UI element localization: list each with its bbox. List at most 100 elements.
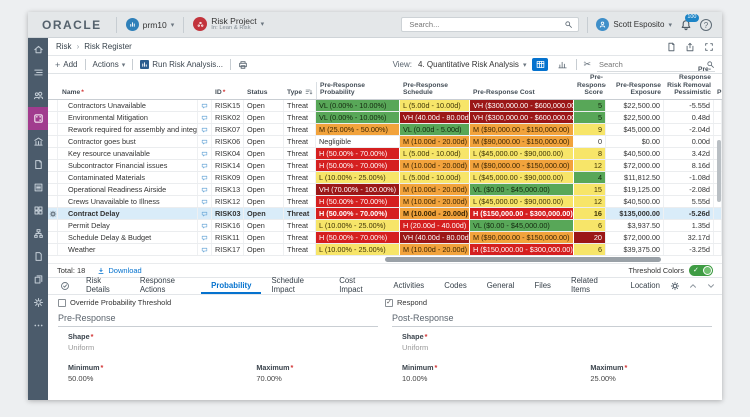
pre-response-probability-cell[interactable]: L (10.00% - 25.00%) — [316, 172, 400, 183]
tab-general[interactable]: General — [477, 278, 525, 294]
chat-icon[interactable] — [198, 136, 212, 147]
user-menu[interactable]: Scott Esposito ▾ — [596, 18, 672, 31]
col-pre-response-score[interactable]: Pre-Response Score — [574, 74, 606, 99]
pre-response-schedule-cell[interactable]: L (5.00d - 10.00d) — [400, 100, 470, 111]
risk-name-cell[interactable]: Environmental Mitigation — [58, 112, 198, 123]
pre-response-exposure-cell[interactable]: $19,125.00 — [606, 184, 664, 195]
risk-status-cell[interactable]: Open — [244, 160, 284, 171]
risk-status-cell[interactable]: Open — [244, 172, 284, 183]
sidebar-item-hierarchy[interactable] — [28, 222, 48, 245]
risk-row-RISK04[interactable]: Key resource unavailableRISK04OpenThreat… — [48, 148, 722, 160]
risk-row-RISK12[interactable]: Crews Unavailable to IllnessRISK12OpenTh… — [48, 196, 722, 208]
pre-response-score-cell[interactable]: 20 — [574, 232, 606, 243]
sidebar-item-team[interactable] — [28, 84, 48, 107]
risk-type-cell[interactable]: Threat — [284, 172, 316, 183]
chat-icon[interactable] — [198, 172, 212, 183]
breadcrumb-risk[interactable]: Risk — [56, 42, 72, 51]
pre-response-probability-cell[interactable]: H (50.00% - 70.00%) — [316, 232, 400, 243]
risk-id-cell[interactable]: RISK06 — [212, 136, 244, 147]
pre-response-probability-cell[interactable]: VL (0.00% - 10.00%) — [316, 112, 400, 123]
chat-icon[interactable] — [198, 208, 212, 219]
risk-name-cell[interactable]: Contract Delay — [58, 208, 198, 219]
risk-status-cell[interactable]: Open — [244, 184, 284, 195]
risk-id-cell[interactable]: RISK02 — [212, 112, 244, 123]
chat-icon[interactable] — [198, 100, 212, 111]
tab-files[interactable]: Files — [524, 278, 560, 294]
pre-response-cost-cell[interactable]: M ($90,000.00 - $150,000.00) — [470, 160, 574, 171]
risk-status-cell[interactable]: Open — [244, 208, 284, 219]
pre-response-schedule-cell[interactable]: M (10.00d - 20.00d) — [400, 244, 470, 255]
horizontal-scrollbar-thumb[interactable] — [385, 257, 661, 262]
pre-response-score-cell[interactable]: 8 — [574, 148, 606, 159]
pre-response-exposure-cell[interactable]: $39,375.00 — [606, 244, 664, 255]
risk-name-cell[interactable]: Crews Unavailable to Illness — [58, 196, 198, 207]
pre-response-probability-cell[interactable]: H (50.00% - 70.00%) — [316, 148, 400, 159]
pre-response-exposure-cell[interactable]: $3,937.50 — [606, 220, 664, 231]
pre-response-schedule-cell[interactable]: M (10.00d - 20.00d) — [400, 160, 470, 171]
risk-type-cell[interactable]: Threat — [284, 220, 316, 231]
pre-response-risk-removal-cell[interactable]: 0.48d — [664, 112, 714, 123]
sidebar-item-activity-lines[interactable] — [28, 61, 48, 84]
risk-name-cell[interactable]: Rework required for assembly and integra… — [58, 124, 198, 135]
tab-risk-details[interactable]: Risk Details — [76, 278, 130, 294]
pre-response-score-cell[interactable]: 4 — [574, 172, 606, 183]
tab-location[interactable]: Location — [621, 278, 670, 294]
chevron-up-icon[interactable] — [688, 281, 698, 291]
download-link[interactable]: Download — [97, 266, 141, 275]
minimum-value[interactable]: 10.00% — [392, 372, 590, 383]
pre-response-cost-cell[interactable]: H ($150,000.00 - $300,000.00) — [470, 208, 574, 219]
pre-response-risk-removal-cell[interactable]: 1.35d — [664, 220, 714, 231]
risk-name-cell[interactable]: Subcontractor Financial issues — [58, 160, 198, 171]
risk-id-cell[interactable]: RISK13 — [212, 184, 244, 195]
pre-response-exposure-cell[interactable]: $11,812.50 — [606, 172, 664, 183]
risk-name-cell[interactable]: Schedule Delay & Budget — [58, 232, 198, 243]
pre-response-probability-cell[interactable]: Negligible — [316, 136, 400, 147]
risk-status-cell[interactable]: Open — [244, 112, 284, 123]
pre-response-score-cell[interactable]: 12 — [574, 160, 606, 171]
chat-icon[interactable] — [198, 124, 212, 135]
pre-response-schedule-cell[interactable]: L (5.00d - 10.00d) — [400, 172, 470, 183]
risk-type-cell[interactable]: Threat — [284, 124, 316, 135]
add-button[interactable]: + Add — [55, 60, 78, 70]
tab-cost-impact[interactable]: Cost Impact — [329, 278, 383, 294]
risk-type-cell[interactable]: Threat — [284, 148, 316, 159]
sidebar-item-risk-dice[interactable] — [28, 107, 48, 130]
pre-response-probability-cell[interactable]: VH (70.00% - 100.00%) — [316, 184, 400, 195]
tab-schedule-impact[interactable]: Schedule Impact — [261, 278, 329, 294]
pre-response-risk-removal-cell[interactable]: 3.42d — [664, 148, 714, 159]
col-pre-response-risk-removal[interactable]: Pre-Response Risk Removal Pessimistic — [664, 66, 714, 99]
risk-type-cell[interactable]: Threat — [284, 244, 316, 255]
risk-id-cell[interactable]: RISK14 — [212, 160, 244, 171]
pre-response-score-cell[interactable]: 5 — [574, 112, 606, 123]
risk-row-RISK13[interactable]: Operational Readiness AirsideRISK13OpenT… — [48, 184, 722, 196]
pre-response-schedule-cell[interactable]: VH (40.00d - 80.00d) — [400, 232, 470, 243]
sort-icon[interactable] — [305, 88, 313, 96]
pre-response-exposure-cell[interactable]: $72,000.00 — [606, 232, 664, 243]
risk-type-cell[interactable]: Threat — [284, 100, 316, 111]
pre-response-probability-cell[interactable]: H (50.00% - 70.00%) — [316, 160, 400, 171]
risk-status-cell[interactable]: Open — [244, 220, 284, 231]
pre-response-schedule-cell[interactable]: VL (0.00d - 5.00d) — [400, 124, 470, 135]
pre-response-cost-cell[interactable]: M ($90,000.00 - $150,000.00) — [470, 232, 574, 243]
sidebar-item-file[interactable] — [28, 245, 48, 268]
pre-response-exposure-cell[interactable]: $22,500.00 — [606, 112, 664, 123]
pre-response-exposure-cell[interactable]: $0.00 — [606, 136, 664, 147]
search-icon[interactable] — [564, 20, 573, 29]
risk-name-cell[interactable]: Key resource unavailable — [58, 148, 198, 159]
risk-id-cell[interactable]: RISK03 — [212, 208, 244, 219]
sidebar-item-more-ellipsis[interactable] — [28, 314, 48, 337]
pre-response-cost-cell[interactable]: VL ($0.00 - $45,000.00) — [470, 220, 574, 231]
risk-status-cell[interactable]: Open — [244, 244, 284, 255]
risk-id-cell[interactable]: RISK04 — [212, 148, 244, 159]
pre-response-schedule-cell[interactable]: M (10.00d - 20.00d) — [400, 184, 470, 195]
pre-response-cost-cell[interactable]: L ($45,000.00 - $90,000.00) — [470, 196, 574, 207]
respond-field[interactable]: ✓ Respond — [385, 298, 712, 307]
sidebar-item-copy-files[interactable] — [28, 268, 48, 291]
risk-type-cell[interactable]: Threat — [284, 112, 316, 123]
chat-icon[interactable] — [198, 232, 212, 243]
pre-response-risk-removal-cell[interactable]: 32.17d — [664, 232, 714, 243]
risk-id-cell[interactable]: RISK11 — [212, 232, 244, 243]
risk-row-RISK03[interactable]: Contract DelayRISK03OpenThreatH (50.00% … — [48, 208, 722, 220]
risk-row-RISK14[interactable]: Subcontractor Financial issues RISK14Open… — [48, 160, 722, 172]
pre-response-score-cell[interactable]: 6 — [574, 220, 606, 231]
